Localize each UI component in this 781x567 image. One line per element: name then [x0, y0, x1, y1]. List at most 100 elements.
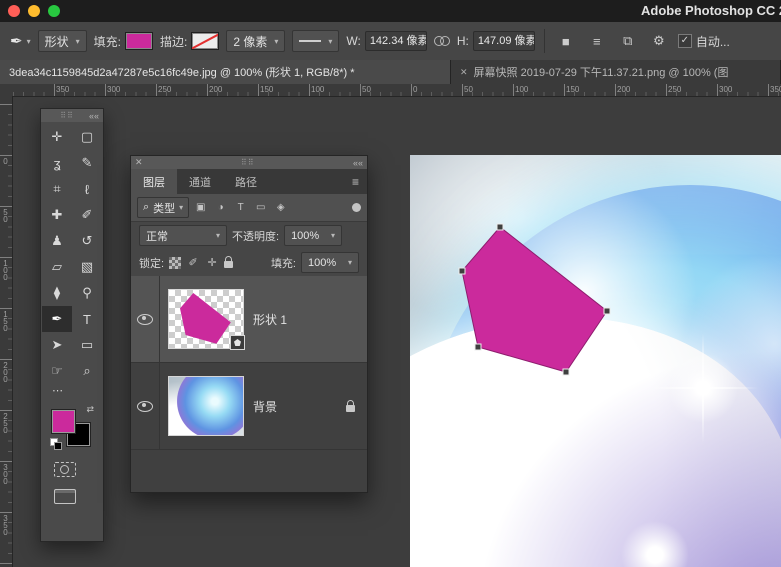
shape-layer-overlay — [458, 223, 611, 376]
anchor-handle[interactable] — [474, 343, 482, 351]
anchor-handle[interactable] — [562, 368, 570, 376]
visibility-toggle[interactable] — [131, 363, 160, 449]
collapse-panel-icon[interactable]: «« — [89, 111, 99, 121]
stroke-style-dropdown[interactable]: ▾ — [292, 30, 340, 52]
filter-toggle[interactable] — [352, 203, 361, 212]
close-window-button[interactable] — [8, 5, 20, 17]
swap-colors-icon[interactable]: ⇄ — [86, 404, 94, 415]
panel-menu-icon[interactable]: ≡ — [344, 169, 367, 194]
link-dimensions-icon[interactable] — [433, 36, 450, 46]
stroke-width-dropdown[interactable]: 2 像素 ▾ — [226, 30, 286, 52]
zoom-window-button[interactable] — [48, 5, 60, 17]
shape-settings-button[interactable]: ⚙ — [647, 29, 671, 53]
color-wells: ⇄ — [50, 404, 94, 450]
default-colors-icon[interactable] — [50, 438, 62, 450]
clone-stamp-tool[interactable]: ♟ — [42, 228, 72, 254]
visibility-toggle[interactable] — [131, 276, 160, 362]
height-label: H: — [456, 34, 469, 48]
close-icon[interactable]: ✕ — [460, 67, 468, 78]
marquee-tool[interactable]: ▢ — [72, 124, 102, 150]
shape-layer-thumbnail[interactable] — [169, 290, 245, 350]
minimize-window-button[interactable] — [28, 5, 40, 17]
lock-position-icon[interactable]: ✛ — [205, 256, 219, 269]
path-alignment-button[interactable]: ≡ — [585, 29, 609, 53]
tab-channels[interactable]: 通道 — [177, 169, 223, 194]
layers-panel-header[interactable]: ✕ ⠿⠿ «« — [131, 156, 367, 169]
lock-paint-icon[interactable]: ✐ — [186, 256, 200, 269]
blur-tool[interactable]: ⧫ — [42, 280, 72, 306]
ruler-label: 350 — [770, 85, 781, 94]
brush-tool[interactable]: ✐ — [72, 202, 102, 228]
tab-paths[interactable]: 路径 — [223, 169, 269, 194]
stroke-color-swatch[interactable] — [191, 32, 220, 50]
move-tool[interactable]: ✛ — [42, 124, 72, 150]
fill-opacity-value: 100% — [308, 256, 337, 269]
layer-row-background[interactable]: 背景 — [131, 363, 367, 450]
ruler-label: 0 — [1, 157, 10, 164]
rectangle-tool[interactable]: ▭ — [72, 332, 102, 358]
blend-mode-dropdown[interactable]: 正常 ▾ — [139, 225, 227, 246]
background-layer-thumbnail[interactable] — [169, 377, 243, 435]
more-tools-button[interactable]: ⋯ — [41, 384, 103, 400]
eraser-tool[interactable]: ▱ — [42, 254, 72, 280]
lasso-tool[interactable]: ʓ — [42, 150, 72, 176]
lock-all-icon[interactable] — [224, 256, 234, 268]
filter-adjustment-layers-icon[interactable]: ◑ — [212, 199, 229, 216]
ruler-label: 150 — [566, 85, 580, 94]
ruler-label: 350 — [1, 514, 10, 535]
align-icon: ≡ — [593, 33, 601, 49]
collapse-panel-icon[interactable]: «« — [353, 158, 363, 168]
healing-brush-tool[interactable]: ✚ — [42, 202, 72, 228]
quick-mask-mode-button[interactable] — [54, 462, 76, 477]
horizontal-ruler[interactable]: 350 300 250 200 150 100 50 0 50 100 150 200 250 300 35… — [12, 84, 781, 97]
tools-panel-header[interactable]: ⠿⠿ «« — [41, 109, 103, 122]
path-selection-tool[interactable]: ➤ — [42, 332, 72, 358]
drag-grip-icon[interactable]: ⠿⠿ — [45, 111, 89, 120]
anchor-handle[interactable] — [603, 307, 611, 315]
opacity-dropdown[interactable]: 100% ▾ — [284, 225, 343, 246]
filter-pixel-layers-icon[interactable]: ▣ — [192, 199, 209, 216]
screen-mode-button[interactable] — [54, 489, 76, 504]
quick-selection-tool[interactable]: ✎ — [72, 150, 102, 176]
path-arrangement-button[interactable]: ⧉ — [616, 29, 640, 53]
hand-tool[interactable]: ☞ — [42, 358, 72, 384]
type-tool[interactable]: T — [72, 306, 102, 332]
layers-panel-tabs: 图层 通道 路径 ≡ — [131, 169, 367, 194]
anchor-handle[interactable] — [496, 223, 504, 231]
eyedropper-tool[interactable]: ℓ — [72, 176, 102, 202]
shape-width-field[interactable]: 142.34 像素 — [364, 31, 427, 51]
lock-transparency-icon[interactable] — [169, 256, 182, 269]
history-brush-tool[interactable]: ↺ — [72, 228, 102, 254]
tab-layers[interactable]: 图层 — [131, 169, 177, 194]
fill-color-swatch[interactable] — [124, 32, 153, 50]
drag-grip-icon[interactable]: ⠿⠿ — [143, 158, 353, 167]
document-tab-active[interactable]: 3dea34c1159845d2a47287e5c16fc49e.jpg @ 1… — [0, 60, 451, 84]
vertical-ruler[interactable]: 0 50 100 150 200 250 300 350 — [0, 96, 13, 567]
anchor-handle[interactable] — [458, 267, 466, 275]
document-tab-inactive[interactable]: ✕ 屏幕快照 2019-07-29 下午11.37.21.png @ 100% … — [451, 60, 781, 84]
dodge-tool[interactable]: ⚲ — [72, 280, 102, 306]
path-operations-button[interactable]: ■ — [554, 29, 578, 53]
layer-row-shape-1[interactable]: 形状 1 — [131, 276, 367, 363]
filter-smart-object-icon[interactable]: ◈ — [272, 199, 289, 216]
fill-opacity-dropdown[interactable]: 100% ▾ — [301, 252, 359, 273]
filter-type-dropdown[interactable]: ⌕ 类型 ▾ — [137, 197, 190, 218]
blend-row: 正常 ▾ 不透明度: 100% ▾ — [131, 222, 367, 249]
crop-tool[interactable]: ⌗ — [42, 176, 72, 202]
chevron-down-icon: ▾ — [179, 203, 184, 212]
foreground-color-swatch[interactable] — [52, 410, 75, 433]
auto-add-delete-checkbox[interactable]: ✓ — [677, 34, 692, 48]
ruler-label: 200 — [1, 361, 10, 382]
zoom-tool[interactable]: ⌕ — [72, 358, 102, 384]
filter-type-layers-icon[interactable]: T — [232, 199, 249, 216]
tools-panel: ⠿⠿ «« ✛ ▢ ʓ ✎ ⌗ ℓ ✚ ✐ ♟ ↺ ▱ ▧ ⧫ ⚲ ✒ T ➤ ▭ ☞ ⌕ ⋯ ⇄ — [40, 108, 104, 542]
pen-tool[interactable]: ✒ — [42, 306, 72, 332]
tool-preset-picker[interactable]: ✒ ▾ — [10, 32, 31, 50]
pentagon-shape[interactable] — [461, 226, 608, 373]
shape-height-field[interactable]: 147.09 像素 — [472, 31, 535, 51]
tool-mode-dropdown[interactable]: 形状 ▾ — [37, 30, 87, 52]
filter-shape-layers-icon[interactable]: ▭ — [252, 199, 269, 216]
document-canvas[interactable] — [410, 155, 781, 567]
close-panel-icon[interactable]: ✕ — [135, 157, 143, 168]
gradient-tool[interactable]: ▧ — [72, 254, 102, 280]
